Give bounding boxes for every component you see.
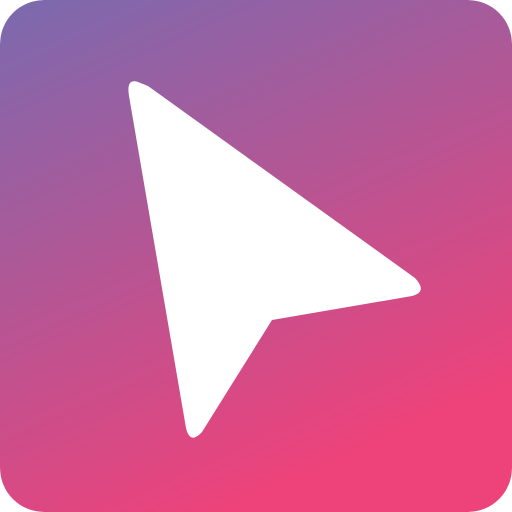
app-icon	[0, 0, 512, 512]
app-icon-graphic	[0, 0, 512, 512]
